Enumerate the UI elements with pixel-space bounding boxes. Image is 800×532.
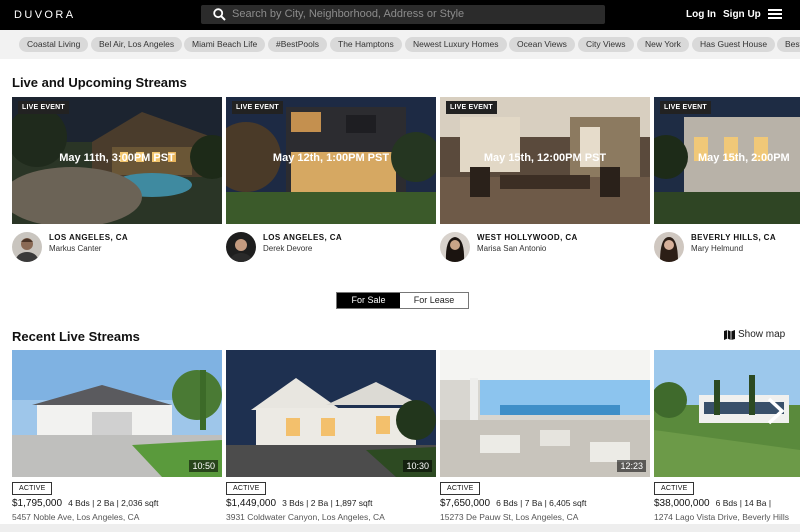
stream-thumbnail[interactable]: LIVE EVENT May 12th, 1:00PM PST <box>226 97 436 224</box>
listing-specs: 6 Bds | 7 Ba | 6,405 sqft <box>496 498 587 508</box>
listing-address[interactable]: 1274 Lago Vista Drive, Beverly Hills <box>654 512 789 522</box>
hamburger-menu-icon[interactable] <box>768 9 782 21</box>
stream-thumbnail[interactable]: 12:23 <box>440 350 650 477</box>
stream-thumbnail[interactable]: LIVE EVENT May 15th, 2:00PM <box>654 97 800 224</box>
tag-chip[interactable]: Coastal Living <box>19 37 89 52</box>
listing-type-toggle: For Sale For Lease <box>336 292 469 309</box>
agent-city: BEVERLY HILLS, CA <box>691 233 777 242</box>
listing-price: $38,000,000 <box>654 498 710 509</box>
top-navigation-bar: DUVORA Search by City, Neighborhood, Add… <box>0 0 800 30</box>
video-duration: 10:50 <box>189 460 218 472</box>
tag-chip[interactable]: #BestPools <box>268 37 327 52</box>
live-streams-heading: Live and Upcoming Streams <box>12 75 187 90</box>
search-input[interactable]: Search by City, Neighborhood, Address or… <box>232 8 464 20</box>
listing-specs: 4 Bds | 2 Ba | 2,036 sqft <box>68 498 159 508</box>
tag-chip[interactable]: City Views <box>578 37 634 52</box>
agent-name[interactable]: Markus Canter <box>49 244 101 253</box>
tag-chip[interactable]: Has Guest House <box>692 37 776 52</box>
status-badge: ACTIVE <box>654 482 695 495</box>
agent-name[interactable]: Marisa San Antonio <box>477 244 546 253</box>
listing-specs: 3 Bds | 2 Ba | 1,897 sqft <box>282 498 373 508</box>
recent-streams-heading: Recent Live Streams <box>12 329 140 344</box>
listing-address[interactable]: 15273 De Pauw St, Los Angeles, CA <box>440 512 578 522</box>
tag-chip[interactable]: The Hamptons <box>330 37 402 52</box>
tag-filter-row: Coastal Living Bel Air, Los Angeles Miam… <box>0 30 800 59</box>
video-duration: 10:30 <box>403 460 432 472</box>
tag-chip[interactable]: Newest Luxury Homes <box>405 37 507 52</box>
event-date: May 11th, 3:00PM PST <box>59 152 175 164</box>
tag-chip[interactable]: Best <box>777 37 800 52</box>
scroll-edge <box>0 524 800 532</box>
listing-price: $7,650,000 <box>440 498 491 509</box>
tag-chip[interactable]: Ocean Views <box>509 37 575 52</box>
show-map-label: Show map <box>738 329 786 340</box>
tag-chip[interactable]: Miami Beach Life <box>184 37 266 52</box>
for-lease-tab[interactable]: For Lease <box>400 293 468 308</box>
tag-chip[interactable]: Bel Air, Los Angeles <box>91 37 183 52</box>
agent-name[interactable]: Derek Devore <box>263 244 312 253</box>
tag-chip[interactable]: New York <box>637 37 689 52</box>
status-badge: ACTIVE <box>226 482 267 495</box>
agent-name[interactable]: Mary Helmund <box>691 244 743 253</box>
live-event-badge: LIVE EVENT <box>232 101 283 114</box>
price-line: $1,795,000 4 Bds | 2 Ba | 2,036 sqft <box>12 498 158 509</box>
live-event-badge: LIVE EVENT <box>18 101 69 114</box>
status-badge: ACTIVE <box>440 482 481 495</box>
listing-address[interactable]: 3931 Coldwater Canyon, Los Angeles, CA <box>226 512 385 522</box>
for-sale-tab[interactable]: For Sale <box>337 293 400 308</box>
listing-specs: 6 Bds | 14 Ba | <box>715 498 772 508</box>
stream-thumbnail[interactable]: LIVE EVENT May 11th, 3:00PM PST <box>12 97 222 224</box>
agent-city: LOS ANGELES, CA <box>263 233 343 242</box>
stream-thumbnail[interactable]: 10:50 <box>12 350 222 477</box>
search-bar[interactable]: Search by City, Neighborhood, Address or… <box>201 5 605 24</box>
price-line: $7,650,000 6 Bds | 7 Ba | 6,405 sqft <box>440 498 586 509</box>
stream-thumbnail[interactable]: 10:30 <box>226 350 436 477</box>
agent-city: WEST HOLLYWOOD, CA <box>477 233 578 242</box>
signup-link[interactable]: Sign Up <box>723 9 761 20</box>
avatar[interactable] <box>226 232 256 262</box>
agent-city: LOS ANGELES, CA <box>49 233 129 242</box>
price-line: $38,000,000 6 Bds | 14 Ba | <box>654 498 771 509</box>
map-icon <box>724 330 735 340</box>
live-event-badge: LIVE EVENT <box>446 101 497 114</box>
video-duration: 12:23 <box>617 460 646 472</box>
login-link[interactable]: Log In <box>686 9 716 20</box>
avatar[interactable] <box>654 232 684 262</box>
status-badge: ACTIVE <box>12 482 53 495</box>
event-date: May 15th, 2:00PM <box>698 152 790 164</box>
price-line: $1,449,000 3 Bds | 2 Ba | 1,897 sqft <box>226 498 372 509</box>
search-icon <box>213 8 226 21</box>
avatar[interactable] <box>440 232 470 262</box>
listing-price: $1,795,000 <box>12 498 63 509</box>
avatar[interactable] <box>12 232 42 262</box>
event-date: May 15th, 12:00PM PST <box>483 152 607 164</box>
live-event-badge: LIVE EVENT <box>660 101 711 114</box>
event-date: May 12th, 1:00PM PST <box>272 152 390 164</box>
stream-thumbnail[interactable]: LIVE EVENT May 15th, 12:00PM PST <box>440 97 650 224</box>
chevron-right-icon[interactable] <box>764 396 786 426</box>
logo[interactable]: DUVORA <box>14 9 75 21</box>
listing-price: $1,449,000 <box>226 498 277 509</box>
listing-address[interactable]: 5457 Noble Ave, Los Angeles, CA <box>12 512 139 522</box>
